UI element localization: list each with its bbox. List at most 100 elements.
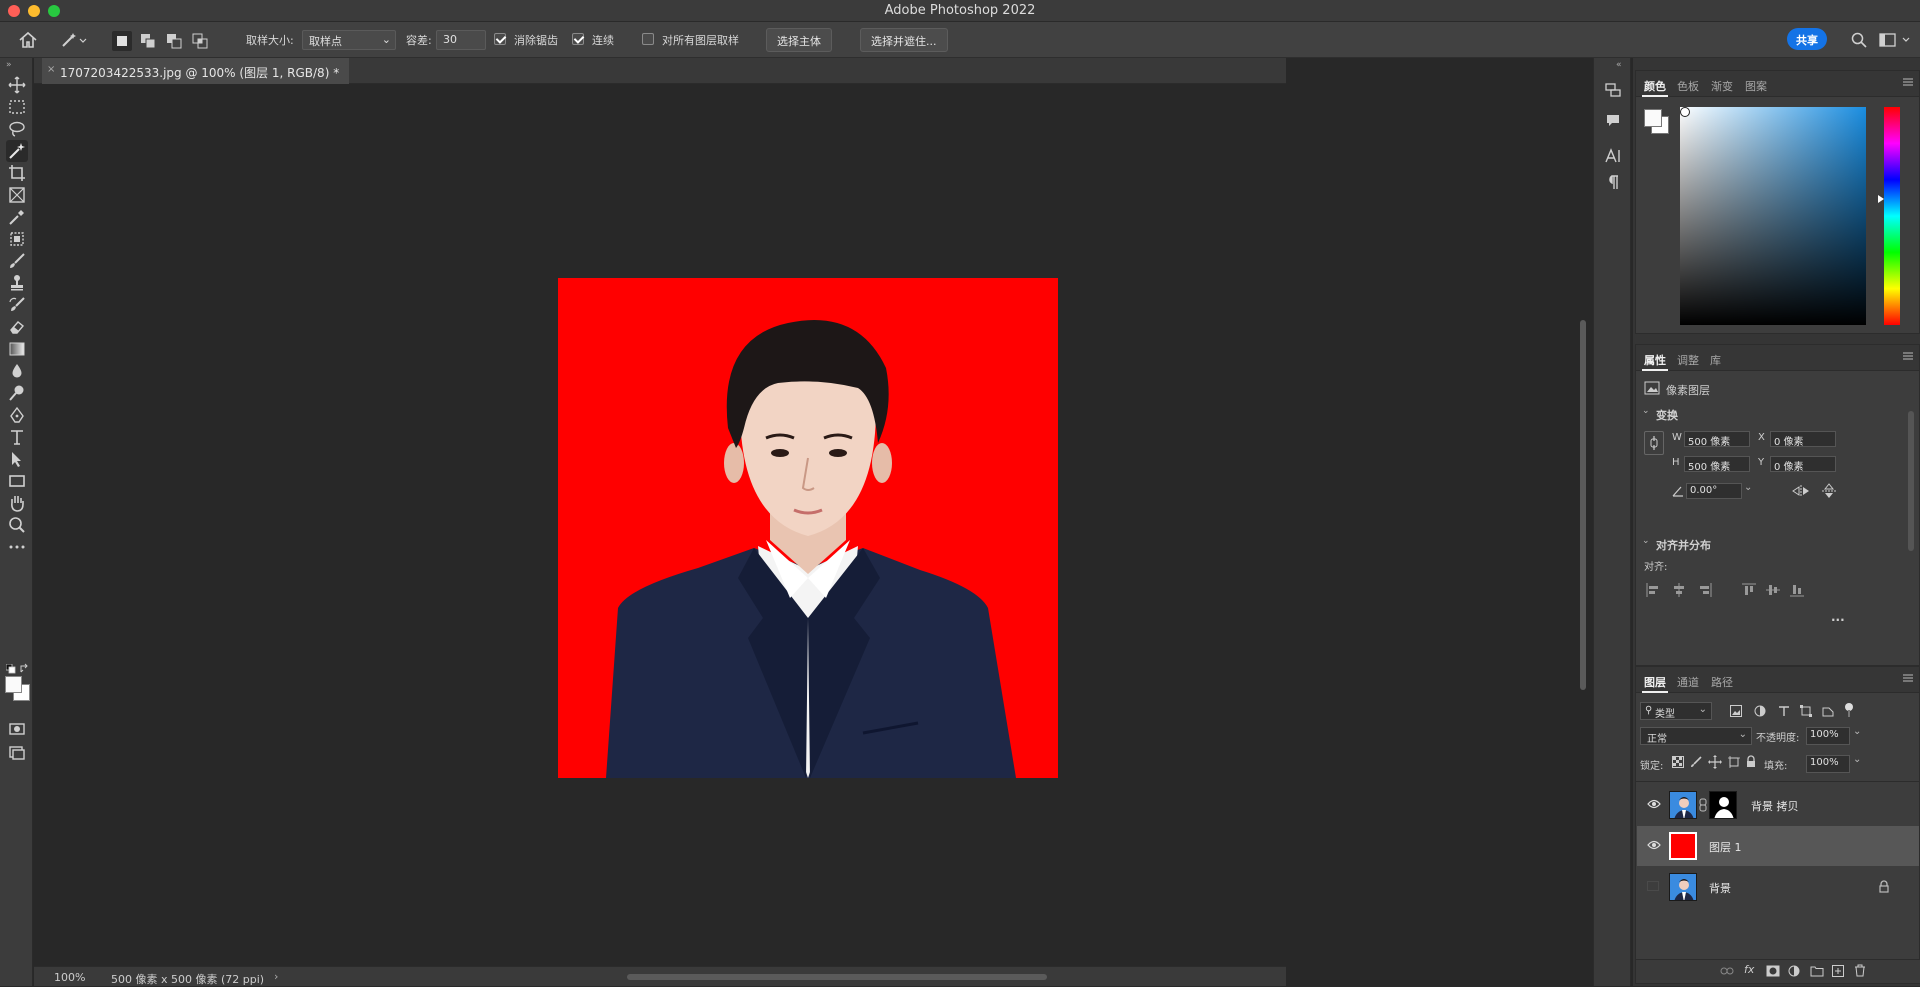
hand-tool-icon[interactable] bbox=[8, 494, 26, 512]
intersect-selection-icon[interactable] bbox=[192, 33, 208, 49]
tab-paths[interactable]: 路径 bbox=[1711, 674, 1733, 690]
new-adjustment-layer-icon[interactable] bbox=[1788, 965, 1800, 977]
more-tools-icon[interactable] bbox=[8, 538, 26, 556]
hue-slider[interactable] bbox=[1884, 107, 1900, 325]
add-to-selection-icon[interactable] bbox=[140, 33, 156, 49]
default-colors-icon[interactable] bbox=[6, 664, 18, 674]
vertical-scrollbar[interactable] bbox=[1580, 320, 1586, 690]
search-icon[interactable] bbox=[1851, 32, 1867, 48]
brush-tool-icon[interactable] bbox=[8, 252, 26, 270]
layer-mask-link-icon[interactable] bbox=[1699, 798, 1707, 812]
filter-smart-object-icon[interactable] bbox=[1822, 705, 1834, 717]
visibility-eye-icon[interactable] bbox=[1647, 840, 1661, 850]
align-distribute-section-title[interactable]: 对齐并分布 bbox=[1656, 537, 1711, 553]
layer-thumbnail[interactable] bbox=[1669, 791, 1697, 819]
layer-filter-select[interactable]: ⚲ 类型 ⌄ bbox=[1640, 702, 1712, 720]
more-options-button[interactable]: ··· bbox=[1831, 613, 1845, 627]
close-tab-icon[interactable]: × bbox=[47, 64, 55, 75]
screen-mode-icon[interactable] bbox=[8, 744, 26, 762]
filter-toggle-icon[interactable] bbox=[1844, 703, 1854, 717]
chevron-right-icon[interactable]: › bbox=[274, 970, 278, 983]
collapse-panels-icon[interactable]: « bbox=[1616, 60, 1622, 70]
hue-slider-handle[interactable] bbox=[1878, 195, 1884, 203]
rectangular-marquee-tool-icon[interactable] bbox=[8, 98, 26, 116]
pen-tool-icon[interactable] bbox=[8, 406, 26, 424]
swap-colors-icon[interactable] bbox=[20, 663, 30, 673]
path-selection-tool-icon[interactable] bbox=[8, 450, 26, 468]
document-tab[interactable]: × 1707203422533.jpg @ 100% (图层 1, RGB/8)… bbox=[42, 58, 350, 84]
color-picker-cursor[interactable] bbox=[1680, 107, 1690, 117]
crop-tool-icon[interactable] bbox=[8, 164, 26, 182]
x-input[interactable]: 0 像素 bbox=[1770, 431, 1836, 448]
share-button[interactable]: 共享 bbox=[1787, 28, 1827, 50]
link-dimensions-icon[interactable] bbox=[1644, 431, 1664, 455]
workspace-switcher-icon[interactable] bbox=[1879, 32, 1913, 48]
lock-position-icon[interactable] bbox=[1708, 755, 1722, 769]
add-mask-icon[interactable] bbox=[1766, 965, 1780, 977]
blend-mode-select[interactable]: 正常 ⌄ bbox=[1640, 727, 1752, 745]
character-panel-icon[interactable] bbox=[1604, 148, 1622, 164]
align-bottom-edges-icon[interactable] bbox=[1790, 583, 1804, 597]
frequency-tool-icon[interactable] bbox=[8, 230, 26, 248]
layer-row[interactable]: 背景 拷贝 bbox=[1637, 785, 1919, 825]
zoom-tool-icon[interactable] bbox=[8, 516, 26, 534]
antialias-checkbox[interactable] bbox=[494, 33, 506, 45]
subtract-from-selection-icon[interactable] bbox=[166, 33, 182, 49]
move-tool-icon[interactable] bbox=[8, 76, 26, 94]
align-horizontal-centers-icon[interactable] bbox=[1672, 583, 1686, 597]
filter-shape-icon[interactable] bbox=[1800, 705, 1812, 717]
height-input[interactable]: 500 像素 bbox=[1684, 456, 1750, 473]
dodge-tool-icon[interactable] bbox=[8, 384, 26, 402]
tab-layers[interactable]: 图层 bbox=[1642, 674, 1668, 693]
tab-channels[interactable]: 通道 bbox=[1677, 674, 1699, 690]
history-brush-tool-icon[interactable] bbox=[8, 296, 26, 314]
opacity-input[interactable]: 100% bbox=[1806, 727, 1850, 745]
foreground-color-swatch[interactable] bbox=[5, 676, 22, 693]
panel-menu-icon[interactable] bbox=[1903, 78, 1913, 86]
magic-wand-tool-preset-icon[interactable] bbox=[60, 32, 88, 48]
new-selection-icon[interactable] bbox=[112, 31, 132, 51]
color-picker-field[interactable] bbox=[1680, 107, 1866, 325]
gradient-tool-icon[interactable] bbox=[8, 340, 26, 358]
select-subject-button[interactable]: 选择主体 bbox=[766, 28, 832, 52]
home-icon[interactable] bbox=[18, 31, 38, 49]
tab-patterns[interactable]: 图案 bbox=[1745, 78, 1767, 94]
panel-menu-icon[interactable] bbox=[1903, 352, 1913, 360]
layer-row[interactable]: 背景 bbox=[1637, 867, 1919, 907]
select-and-mask-button[interactable]: 选择并遮住... bbox=[860, 28, 948, 52]
magic-wand-tool-icon[interactable] bbox=[6, 140, 28, 162]
chevron-down-icon[interactable]: ⌄ bbox=[1642, 536, 1650, 546]
paragraph-panel-icon[interactable] bbox=[1605, 174, 1621, 190]
new-layer-icon[interactable] bbox=[1832, 965, 1844, 977]
tab-color[interactable]: 颜色 bbox=[1642, 78, 1668, 97]
filter-adjustment-icon[interactable] bbox=[1754, 705, 1766, 717]
tab-gradients[interactable]: 渐变 bbox=[1711, 78, 1733, 94]
properties-scrollbar[interactable] bbox=[1908, 411, 1914, 551]
fill-input[interactable]: 100% bbox=[1806, 755, 1850, 773]
y-input[interactable]: 0 像素 bbox=[1770, 456, 1836, 473]
clone-stamp-tool-icon[interactable] bbox=[8, 274, 26, 292]
width-input[interactable]: 500 像素 bbox=[1684, 431, 1750, 448]
panel-menu-icon[interactable] bbox=[1903, 674, 1913, 682]
eyedropper-tool-icon[interactable] bbox=[8, 208, 26, 226]
layer-row-selected[interactable]: 图层 1 bbox=[1637, 826, 1919, 866]
zoom-level[interactable]: 100% bbox=[54, 971, 85, 984]
eraser-tool-icon[interactable] bbox=[8, 318, 26, 336]
type-tool-icon[interactable] bbox=[8, 428, 26, 446]
lock-transparent-pixels-icon[interactable] bbox=[1672, 756, 1684, 768]
chevron-down-icon[interactable]: ⌄ bbox=[1744, 482, 1752, 493]
sample-size-select[interactable]: 取样点 ⌄ bbox=[302, 30, 396, 50]
color-panel-foreground-swatch[interactable] bbox=[1644, 109, 1662, 127]
align-left-edges-icon[interactable] bbox=[1646, 583, 1660, 597]
filter-type-icon[interactable] bbox=[1778, 705, 1790, 717]
chevron-down-icon[interactable]: ⌄ bbox=[1853, 754, 1861, 765]
align-right-edges-icon[interactable] bbox=[1698, 583, 1712, 597]
expand-toolbar-icon[interactable]: » bbox=[6, 60, 12, 70]
frame-tool-icon[interactable] bbox=[8, 186, 26, 204]
tolerance-input[interactable]: 30 bbox=[436, 30, 486, 50]
sample-all-layers-checkbox[interactable] bbox=[642, 33, 654, 45]
quick-mask-icon[interactable] bbox=[8, 720, 26, 738]
chevron-down-icon[interactable]: ⌄ bbox=[1853, 726, 1861, 737]
tab-adjustments[interactable]: 调整 bbox=[1677, 352, 1699, 368]
tab-libraries[interactable]: 库 bbox=[1710, 352, 1721, 368]
